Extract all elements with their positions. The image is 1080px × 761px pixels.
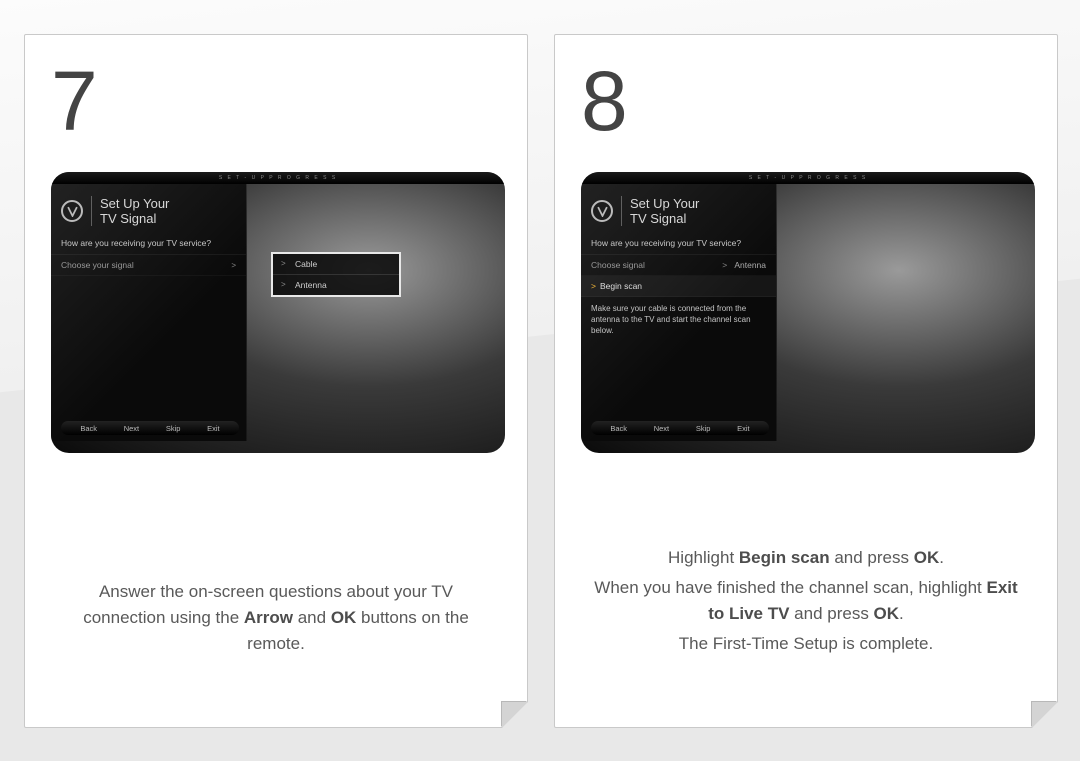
nav-next[interactable]: Next — [654, 424, 669, 433]
nav-skip[interactable]: Skip — [166, 424, 181, 433]
instr-bold-begin-scan: Begin scan — [739, 548, 830, 567]
nav-exit[interactable]: Exit — [207, 424, 220, 433]
choose-signal-row[interactable]: Choose your signal > — [51, 255, 246, 276]
panel-header: Set Up Your TV Signal — [51, 184, 246, 234]
choose-signal-label: Choose your signal — [61, 260, 134, 270]
card-folded-corner — [1032, 702, 1058, 728]
step-card-7: 7 S E T - U P P R O G R E S S Set Up You… — [24, 34, 528, 728]
nav-back[interactable]: Back — [610, 424, 627, 433]
instr-bold-ok: OK — [331, 608, 357, 627]
tv-nav-bar: Back Next Skip Exit — [591, 421, 769, 435]
dropdown-option-antenna[interactable]: Antenna — [273, 275, 399, 295]
card-folded-corner — [502, 702, 528, 728]
step-card-8: 8 S E T - U P P R O G R E S S Set Up You… — [554, 34, 1058, 728]
instr-text: Highlight — [668, 548, 739, 567]
panel-title: Set Up Your TV Signal — [630, 196, 699, 226]
instr-text: When you have finished the channel scan,… — [594, 578, 986, 597]
title-line2: TV Signal — [100, 211, 169, 226]
instr-text: . — [899, 604, 904, 623]
instr-bold-arrow: Arrow — [244, 608, 293, 627]
instruction-text-8: Highlight Begin scan and press OK. When … — [581, 545, 1031, 661]
divider — [91, 196, 92, 226]
help-text: Make sure your cable is connected from t… — [581, 297, 776, 342]
chevron-right-icon: > — [231, 261, 236, 270]
title-line1: Set Up Your — [100, 196, 169, 211]
instr-bold-ok: OK — [874, 604, 900, 623]
vizio-logo-icon — [61, 200, 83, 222]
dropdown-option-cable[interactable]: Cable — [273, 254, 399, 275]
vizio-logo-icon — [591, 200, 613, 222]
instr-text-complete: The First-Time Setup is complete. — [591, 631, 1021, 657]
panel-question: How are you receiving your TV service? — [51, 234, 246, 255]
instr-bold-ok: OK — [914, 548, 940, 567]
instruction-text-7: Answer the on-screen questions about you… — [51, 579, 501, 661]
title-line2: TV Signal — [630, 211, 699, 226]
choose-signal-row[interactable]: Choose signal > Antenna — [581, 255, 776, 276]
begin-scan-row[interactable]: > Begin scan — [581, 276, 776, 297]
signal-dropdown-menu: Cable Antenna — [271, 252, 401, 297]
instr-text: and press — [789, 604, 873, 623]
instr-text: . — [939, 548, 944, 567]
divider — [621, 196, 622, 226]
step-cards-container: 7 S E T - U P P R O G R E S S Set Up You… — [24, 34, 1058, 728]
nav-exit[interactable]: Exit — [737, 424, 750, 433]
chevron-right-icon: > — [591, 281, 596, 291]
panel-question: How are you receiving your TV service? — [581, 234, 776, 255]
tv-screenshot-step7: S E T - U P P R O G R E S S Set Up Your … — [51, 172, 505, 453]
tv-setup-panel: Set Up Your TV Signal How are you receiv… — [581, 184, 777, 441]
panel-title: Set Up Your TV Signal — [100, 196, 169, 226]
panel-header: Set Up Your TV Signal — [581, 184, 776, 234]
chevron-right-icon: > Antenna — [722, 260, 766, 270]
instr-text: and — [293, 608, 331, 627]
title-line1: Set Up Your — [630, 196, 699, 211]
nav-next[interactable]: Next — [124, 424, 139, 433]
step-number: 7 — [51, 53, 501, 150]
nav-back[interactable]: Back — [80, 424, 97, 433]
step-number: 8 — [581, 53, 1031, 150]
choose-signal-label: Choose signal — [591, 260, 645, 270]
tv-top-progress-bar: S E T - U P P R O G R E S S — [581, 172, 1035, 184]
nav-skip[interactable]: Skip — [696, 424, 711, 433]
tv-screenshot-step8: S E T - U P P R O G R E S S Set Up Your … — [581, 172, 1035, 453]
tv-top-progress-bar: S E T - U P P R O G R E S S — [51, 172, 505, 184]
tv-setup-panel: Set Up Your TV Signal How are you receiv… — [51, 184, 247, 441]
tv-nav-bar: Back Next Skip Exit — [61, 421, 239, 435]
instr-text: and press — [830, 548, 914, 567]
begin-scan-label: Begin scan — [600, 281, 642, 291]
choose-signal-value: Antenna — [734, 260, 766, 270]
